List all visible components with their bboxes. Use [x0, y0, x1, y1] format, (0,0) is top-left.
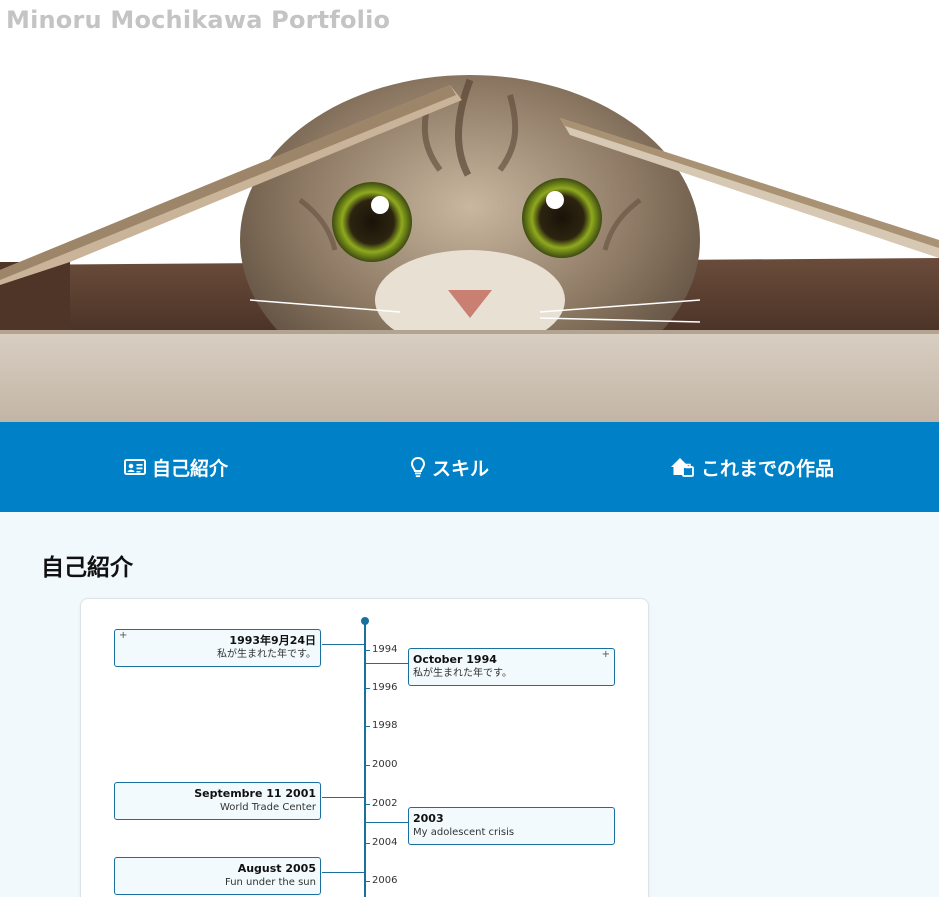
event-description: 私が生まれた年です。: [413, 668, 512, 679]
lightbulb-icon: [410, 456, 426, 478]
site-title[interactable]: Minoru Mochikawa Portfolio: [6, 6, 390, 34]
event-connector: [322, 872, 365, 873]
hero-image: [0, 0, 939, 422]
event-description: World Trade Center: [219, 802, 316, 813]
event-connector: [365, 663, 409, 664]
timeline-tick: [366, 804, 370, 805]
id-card-icon: [124, 458, 146, 476]
event-title: August 2005: [237, 862, 316, 875]
timeline-tick-label: 2004: [372, 837, 398, 848]
timeline-tick: [366, 843, 370, 844]
nav-item-skill[interactable]: スキル: [410, 422, 489, 512]
event-connector: [322, 797, 365, 798]
timeline-axis: [364, 623, 366, 897]
timeline-tick-label: 2006: [372, 875, 398, 886]
timeline-tick: [366, 688, 370, 689]
profile-section: 自己紹介 1994 1996 1998 2000 2002 2004 2006 …: [0, 512, 939, 897]
event-title: 1993年9月24日: [229, 634, 316, 647]
house-work-icon: [669, 456, 695, 478]
timeline-tick: [366, 726, 370, 727]
timeline-event[interactable]: August 2005 Fun under the sun: [114, 857, 321, 895]
expand-icon[interactable]: +: [119, 631, 127, 641]
event-connector: [322, 644, 365, 645]
timeline-tick: [366, 650, 370, 651]
timeline-card: 1994 1996 1998 2000 2002 2004 2006 + 199…: [80, 598, 649, 897]
nav-item-label: スキル: [432, 457, 490, 480]
section-title: 自己紹介: [41, 555, 133, 581]
timeline-tick-label: 2002: [372, 798, 398, 809]
timeline-tick: [366, 765, 370, 766]
event-description: Fun under the sun: [224, 877, 316, 888]
timeline-tick-label: 2000: [372, 759, 398, 770]
expand-icon[interactable]: +: [602, 650, 610, 660]
timeline-tick-label: 1996: [372, 682, 398, 693]
nav-item-label: これまでの作品: [701, 457, 835, 480]
timeline-event[interactable]: + October 1994 私が生まれた年です。: [408, 648, 615, 686]
timeline-tick-label: 1994: [372, 644, 398, 655]
cat-in-box-illustration: [0, 75, 939, 422]
event-title: Septembre 11 2001: [194, 787, 316, 800]
event-description: 私が生まれた年です。: [217, 649, 316, 660]
timeline-tick-label: 1998: [372, 720, 398, 731]
timeline-event[interactable]: Septembre 11 2001 World Trade Center: [114, 782, 321, 820]
timeline-event[interactable]: + 1993年9月24日 私が生まれた年です。: [114, 629, 321, 667]
main-nav: 自己紹介 スキル これまでの作品: [0, 422, 939, 512]
timeline-start-dot: [361, 617, 369, 625]
nav-item-works[interactable]: これまでの作品: [669, 422, 834, 512]
event-title: October 1994: [413, 653, 497, 666]
nav-item-label: 自己紹介: [152, 457, 229, 480]
timeline-event[interactable]: 2003 My adolescent crisis: [408, 807, 615, 845]
timeline-tick: [366, 881, 370, 882]
event-description: My adolescent crisis: [413, 827, 515, 838]
event-connector: [365, 822, 409, 823]
nav-item-profile[interactable]: 自己紹介: [124, 422, 228, 512]
event-title: 2003: [413, 812, 444, 825]
